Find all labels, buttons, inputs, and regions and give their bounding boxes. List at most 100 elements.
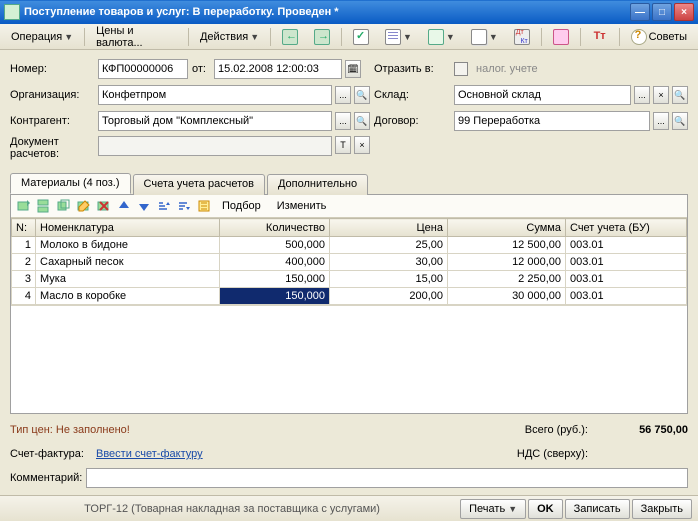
cell-acc[interactable]: 003.01 (566, 254, 687, 271)
cell-acc[interactable]: 003.01 (566, 271, 687, 288)
enter-invoice-link[interactable]: Ввести счет-фактуру (96, 448, 203, 460)
cell-qty[interactable]: 400,000 (220, 254, 330, 271)
table-row[interactable]: 2Сахарный песок400,00030,0012 000,00003.… (12, 254, 687, 271)
change-button[interactable]: Изменить (270, 197, 334, 215)
prices-button[interactable]: Цены и валюта... (89, 22, 184, 52)
tab-materials[interactable]: Материалы (4 поз.) (10, 173, 131, 194)
settlement-type-button[interactable]: T (335, 136, 351, 154)
copy-row-button[interactable] (55, 197, 73, 215)
maximize-button[interactable]: □ (652, 3, 672, 21)
cell-qty[interactable]: 150,000 (220, 271, 330, 288)
write-button[interactable]: Записать (565, 499, 630, 519)
showhide-button[interactable] (585, 26, 615, 48)
table-row[interactable]: 4Масло в коробке150,000200,0030 000,0000… (12, 288, 687, 305)
contract-select-button[interactable]: ... (653, 112, 669, 130)
report-button[interactable]: ▼ (378, 26, 419, 48)
grid-empty-area[interactable] (11, 305, 687, 413)
counterparty-select-button[interactable]: ... (335, 112, 351, 130)
comment-field[interactable] (86, 468, 688, 488)
org-select-button[interactable]: ... (335, 86, 351, 104)
move-up-button[interactable] (115, 197, 133, 215)
insert-row-button[interactable] (35, 197, 53, 215)
ok-button[interactable]: OK (528, 499, 563, 519)
number-label: Номер: (10, 63, 94, 75)
basis-button[interactable]: ▼ (421, 26, 462, 48)
sort-desc-button[interactable] (175, 197, 193, 215)
footer: Тип цен: Не заполнено! Всего (руб.): 56 … (0, 414, 698, 498)
cell-sum[interactable]: 30 000,00 (448, 288, 566, 305)
date-picker-button[interactable]: 🗓 (345, 60, 361, 78)
org-field[interactable] (98, 85, 332, 105)
cell-sum[interactable]: 12 000,00 (448, 254, 566, 271)
nav-forward-button[interactable] (307, 26, 337, 48)
table-row[interactable]: 3Мука150,00015,002 250,00003.01 (12, 271, 687, 288)
advice-button[interactable]: Советы (624, 26, 694, 48)
cell-price[interactable]: 25,00 (330, 237, 448, 254)
number-field[interactable] (98, 59, 188, 79)
col-quantity[interactable]: Количество (220, 219, 330, 237)
warehouse-open-button[interactable]: 🔍 (672, 86, 688, 104)
selection-button[interactable]: Подбор (215, 197, 268, 215)
contract-open-button[interactable]: 🔍 (672, 112, 688, 130)
counterparty-open-button[interactable]: 🔍 (354, 112, 370, 130)
cell-nom[interactable]: Сахарный песок (36, 254, 220, 271)
cell-acc[interactable]: 003.01 (566, 237, 687, 254)
window-title: Поступление товаров и услуг: В переработ… (24, 6, 630, 18)
add-row-button[interactable] (15, 197, 33, 215)
warehouse-select-button[interactable]: ... (634, 86, 650, 104)
settlement-clear-button[interactable]: × (354, 136, 370, 154)
edit-row-button[interactable] (75, 197, 93, 215)
warehouse-clear-button[interactable]: × (653, 86, 669, 104)
move-down-button[interactable] (135, 197, 153, 215)
cell-price[interactable]: 15,00 (330, 271, 448, 288)
operation-menu[interactable]: Операция ▼ (4, 28, 80, 46)
materials-grid[interactable]: N: Номенклатура Количество Цена Сумма Сч… (11, 218, 687, 413)
cell-n[interactable]: 1 (12, 237, 36, 254)
cell-n[interactable]: 2 (12, 254, 36, 271)
org-open-button[interactable]: 🔍 (354, 86, 370, 104)
table-row[interactable]: 1Молоко в бидоне500,00025,0012 500,00003… (12, 237, 687, 254)
paperclip-icon (553, 29, 569, 45)
col-price[interactable]: Цена (330, 219, 448, 237)
delete-row-button[interactable] (95, 197, 113, 215)
cell-price[interactable]: 30,00 (330, 254, 448, 271)
attach-button[interactable] (546, 26, 576, 48)
print-button[interactable]: Печать▼ (460, 499, 526, 519)
close-window-button[interactable]: × (674, 3, 694, 21)
cell-nom[interactable]: Мука (36, 271, 220, 288)
comment-label: Комментарий: (10, 472, 86, 484)
tab-accounts[interactable]: Счета учета расчетов (133, 174, 265, 195)
sort-asc-button[interactable] (155, 197, 173, 215)
settlement-label: Документ расчетов: (10, 136, 94, 160)
tax-checkbox[interactable] (454, 62, 468, 76)
cell-n[interactable]: 3 (12, 271, 36, 288)
cell-nom[interactable]: Молоко в бидоне (36, 237, 220, 254)
movements-button[interactable] (507, 26, 537, 48)
warehouse-field[interactable] (454, 85, 631, 105)
nav-back-button[interactable] (275, 26, 305, 48)
cell-qty[interactable]: 500,000 (220, 237, 330, 254)
col-number[interactable]: N: (12, 219, 36, 237)
tab-additional[interactable]: Дополнительно (267, 174, 368, 195)
dtkt-icon (514, 29, 530, 45)
date-field[interactable] (214, 59, 342, 79)
cell-sum[interactable]: 12 500,00 (448, 237, 566, 254)
contract-field[interactable] (454, 111, 650, 131)
post-button[interactable] (346, 26, 376, 48)
fill-button[interactable] (195, 197, 213, 215)
cell-price[interactable]: 200,00 (330, 288, 448, 305)
col-account[interactable]: Счет учета (БУ) (566, 219, 687, 237)
actions-menu[interactable]: Действия ▼ (193, 28, 266, 46)
minimize-button[interactable]: — (630, 3, 650, 21)
copy-button[interactable]: ▼ (464, 26, 505, 48)
cell-acc[interactable]: 003.01 (566, 288, 687, 305)
counterparty-field[interactable] (98, 111, 332, 131)
close-button[interactable]: Закрыть (632, 499, 692, 519)
cell-nom[interactable]: Масло в коробке (36, 288, 220, 305)
cell-sum[interactable]: 2 250,00 (448, 271, 566, 288)
col-nomenclature[interactable]: Номенклатура (36, 219, 220, 237)
dropdown-icon: ▼ (508, 504, 517, 514)
cell-qty[interactable]: 150,000 (220, 288, 330, 305)
col-sum[interactable]: Сумма (448, 219, 566, 237)
cell-n[interactable]: 4 (12, 288, 36, 305)
